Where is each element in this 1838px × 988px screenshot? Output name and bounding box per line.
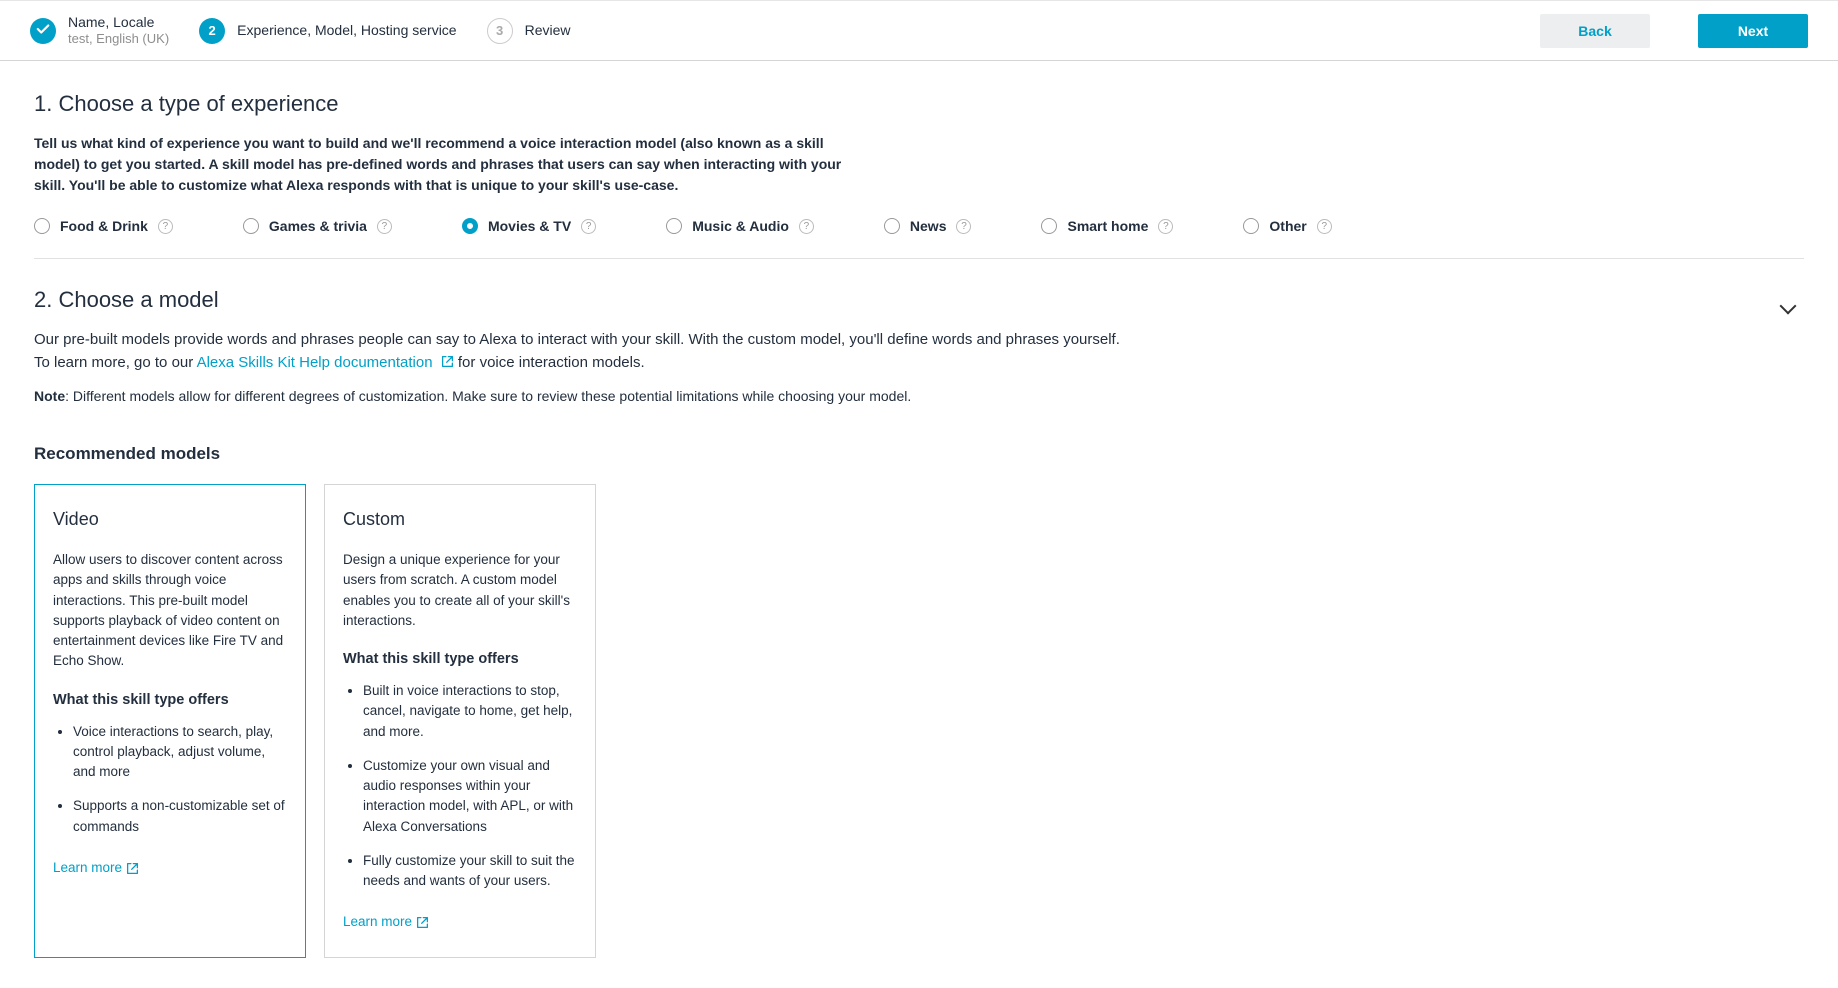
step-completed-icon (30, 18, 56, 44)
chevron-down-icon[interactable] (1780, 298, 1797, 315)
section2-title: 2. Choose a model (34, 287, 219, 313)
link-text: Alexa Skills Kit Help documentation (197, 354, 433, 371)
radio-icon (243, 218, 259, 234)
recommended-models-heading: Recommended models (34, 444, 1804, 464)
radio-food-drink[interactable]: Food & Drink ? (34, 218, 173, 234)
card-desc: Allow users to discover content across a… (53, 550, 287, 672)
model-cards: Video Allow users to discover content ac… (34, 484, 1804, 958)
radio-icon (884, 218, 900, 234)
experience-radio-group: Food & Drink ? Games & trivia ? Movies &… (34, 218, 1804, 234)
step-text: Review (525, 21, 571, 39)
step-title: Review (525, 21, 571, 39)
radio-smart-home[interactable]: Smart home ? (1041, 218, 1173, 234)
list-item: Fully customize your skill to suit the n… (363, 851, 577, 892)
radio-label: Games & trivia (269, 218, 367, 234)
card-title: Custom (343, 509, 577, 530)
card-desc: Design a unique experience for your user… (343, 550, 577, 631)
radio-label: Smart home (1067, 218, 1148, 234)
wizard-header: Name, Locale test, English (UK) 2 Experi… (0, 0, 1838, 61)
list-item: Customize your own visual and audio resp… (363, 756, 577, 837)
radio-music-audio[interactable]: Music & Audio ? (666, 218, 814, 234)
help-icon[interactable]: ? (581, 219, 596, 234)
step-subtitle: test, English (UK) (68, 31, 169, 48)
step-3[interactable]: 3 Review (487, 18, 571, 44)
radio-icon (1243, 218, 1259, 234)
section2-header-row: 2. Choose a model (34, 287, 1804, 329)
step-2[interactable]: 2 Experience, Model, Hosting service (199, 18, 456, 44)
section2-note: Note: Different models allow for differe… (34, 388, 1804, 404)
section-divider (34, 258, 1804, 259)
list-item: Built in voice interactions to stop, can… (363, 681, 577, 742)
note-label: Note (34, 388, 65, 404)
main-content: 1. Choose a type of experience Tell us w… (0, 61, 1838, 988)
radio-icon-selected (462, 218, 478, 234)
help-icon[interactable]: ? (158, 219, 173, 234)
card-offers-label: What this skill type offers (343, 651, 577, 667)
card-title: Video (53, 509, 287, 530)
learn-more-link[interactable]: Learn more (343, 914, 429, 929)
step-active-icon: 2 (199, 18, 225, 44)
model-card-video[interactable]: Video Allow users to discover content ac… (34, 484, 306, 958)
section1-title: 1. Choose a type of experience (34, 91, 1804, 117)
list-item: Supports a non-customizable set of comma… (73, 796, 287, 837)
check-icon (36, 22, 50, 39)
radio-label: Music & Audio (692, 218, 789, 234)
step-title: Experience, Model, Hosting service (237, 21, 456, 39)
radio-icon (34, 218, 50, 234)
model-card-custom[interactable]: Custom Design a unique experience for yo… (324, 484, 596, 958)
help-icon[interactable]: ? (1158, 219, 1173, 234)
external-link-icon (126, 862, 139, 875)
step-pending-icon: 3 (487, 18, 513, 44)
learn-more-link[interactable]: Learn more (53, 860, 139, 875)
external-link-icon (441, 353, 454, 366)
radio-icon (1041, 218, 1057, 234)
help-icon[interactable]: ? (377, 219, 392, 234)
step-text: Experience, Model, Hosting service (237, 21, 456, 39)
section1-desc: Tell us what kind of experience you want… (34, 133, 864, 196)
learn-more-label: Learn more (343, 914, 412, 929)
step-text: Name, Locale test, English (UK) (68, 13, 169, 48)
card-offers-label: What this skill type offers (53, 692, 287, 708)
radio-label: News (910, 218, 947, 234)
radio-other[interactable]: Other ? (1243, 218, 1331, 234)
learn-more-label: Learn more (53, 860, 122, 875)
radio-icon (666, 218, 682, 234)
next-button[interactable]: Next (1698, 14, 1808, 48)
radio-movies-tv[interactable]: Movies & TV ? (462, 218, 596, 234)
help-icon[interactable]: ? (956, 219, 971, 234)
section2-desc-post: for voice interaction models. (458, 354, 645, 371)
radio-label: Movies & TV (488, 218, 571, 234)
radio-label: Food & Drink (60, 218, 148, 234)
note-text: : Different models allow for different d… (65, 388, 911, 404)
card-offers-list: Built in voice interactions to stop, can… (343, 681, 577, 891)
list-item: Voice interactions to search, play, cont… (73, 722, 287, 783)
section2-desc: Our pre-built models provide words and p… (34, 329, 1134, 374)
back-button[interactable]: Back (1540, 14, 1650, 48)
card-offers-list: Voice interactions to search, play, cont… (53, 722, 287, 837)
help-icon[interactable]: ? (1317, 219, 1332, 234)
step-title: Name, Locale (68, 13, 169, 31)
help-doc-link[interactable]: Alexa Skills Kit Help documentation (197, 354, 458, 371)
radio-news[interactable]: News ? (884, 218, 972, 234)
step-1[interactable]: Name, Locale test, English (UK) (30, 13, 169, 48)
radio-label: Other (1269, 218, 1306, 234)
radio-games-trivia[interactable]: Games & trivia ? (243, 218, 392, 234)
help-icon[interactable]: ? (799, 219, 814, 234)
